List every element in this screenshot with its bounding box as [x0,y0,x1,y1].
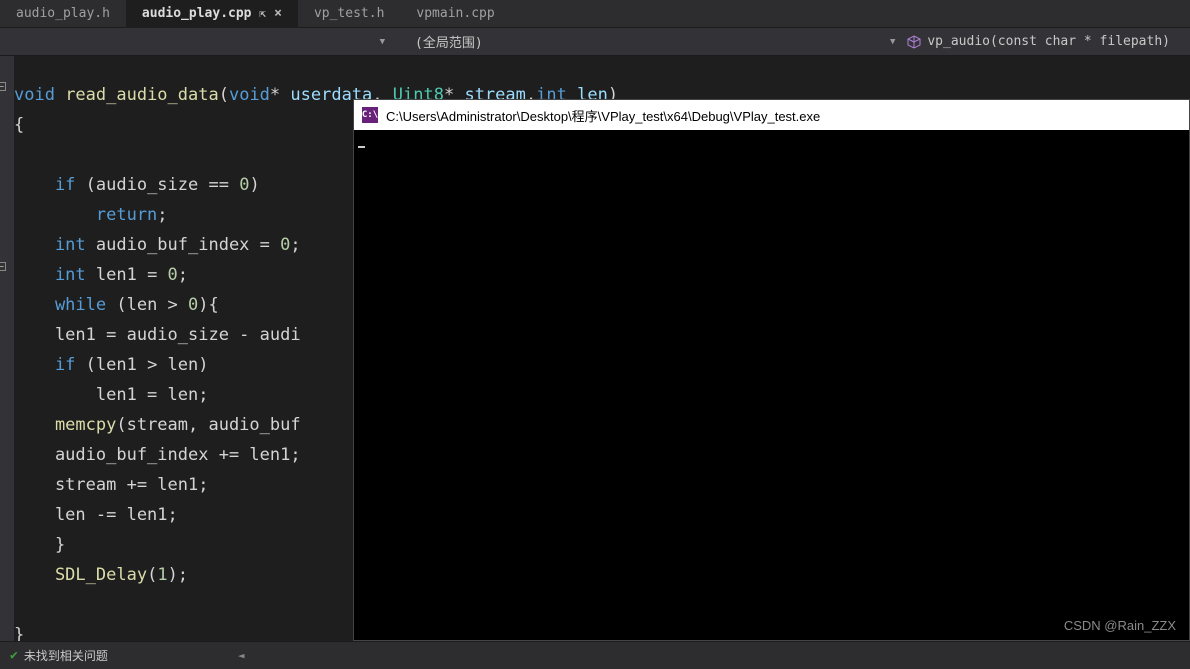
nav-symbol-dropdown[interactable]: vp_audio(const char * filepath) [907,34,1190,49]
console-titlebar[interactable]: C:\ C:\Users\Administrator\Desktop\程序\VP… [354,100,1189,130]
nav-bar: ▼ (全局范围) ▼ vp_audio(const char * filepat… [0,28,1190,56]
pin-icon[interactable]: ⇱ [260,0,267,28]
chevron-down-icon: ▼ [380,37,385,47]
console-title: C:\Users\Administrator\Desktop\程序\VPlay_… [386,106,820,125]
console-output [354,130,1189,152]
nav-scope-dropdown[interactable]: (全局范围) [395,32,884,51]
status-bar: ✔ 未找到相关问题 ◄ [0,641,1190,669]
close-icon[interactable]: × [274,0,282,28]
collapse-icon[interactable]: − [0,262,6,271]
watermark: CSDN @Rain_ZZX [1064,618,1176,633]
editor-gutter: − − [0,56,14,641]
check-icon: ✔ [10,648,18,663]
collapse-icon[interactable]: − [0,82,6,91]
cube-icon [907,35,921,49]
console-window[interactable]: C:\ C:\Users\Administrator\Desktop\程序\VP… [353,99,1190,641]
tab-vp-test-h[interactable]: vp_test.h [298,0,400,28]
tab-audio-play-cpp[interactable]: audio_play.cpp ⇱ × [126,0,298,28]
tab-vpmain-cpp[interactable]: vpmain.cpp [400,0,510,28]
tab-audio-play-h[interactable]: audio_play.h [0,0,126,28]
cursor-icon [358,146,365,148]
scroll-left-icon[interactable]: ◄ [238,649,245,662]
status-message: 未找到相关问题 [24,647,108,664]
tab-bar: audio_play.h audio_play.cpp ⇱ × vp_test.… [0,0,1190,28]
chevron-down-icon: ▼ [890,37,895,47]
nav-file-dropdown[interactable]: ▼ [0,37,395,47]
console-app-icon: C:\ [362,107,378,123]
